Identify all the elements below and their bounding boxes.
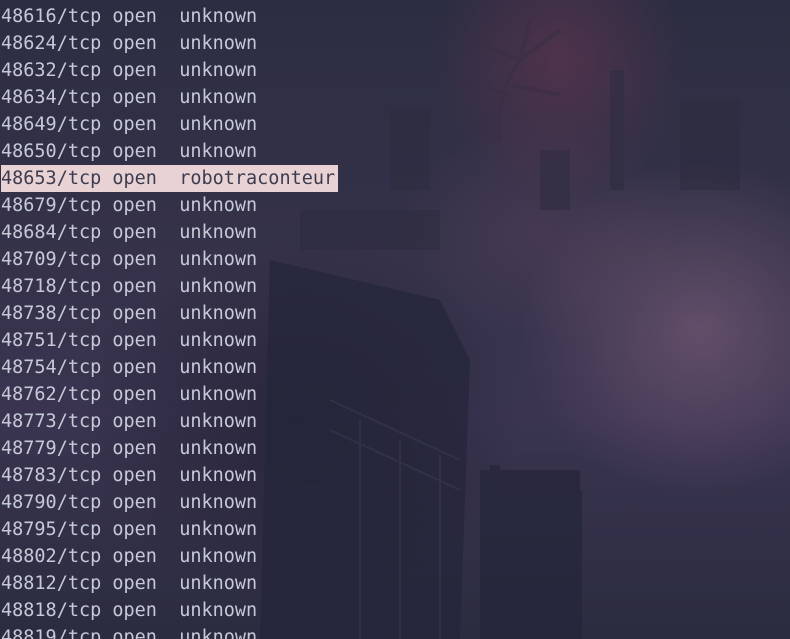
terminal-line-text: 48818/tcp open unknown: [1, 600, 258, 621]
terminal-line[interactable]: 48802/tcp open unknown: [0, 543, 790, 570]
terminal-line[interactable]: 48819/tcp open unknown: [0, 624, 790, 639]
terminal-line[interactable]: 48818/tcp open unknown: [0, 597, 790, 624]
terminal-line-text: 48812/tcp open unknown: [1, 573, 258, 594]
terminal-line[interactable]: 48738/tcp open unknown: [0, 300, 790, 327]
terminal-line-text: 48738/tcp open unknown: [1, 303, 258, 324]
terminal-line-text: 48634/tcp open unknown: [1, 87, 258, 108]
terminal-line-text: 48679/tcp open unknown: [1, 195, 258, 216]
terminal-line-text: 48783/tcp open unknown: [1, 465, 258, 486]
terminal-line-text: 48819/tcp open unknown: [1, 627, 258, 639]
terminal-line[interactable]: 48649/tcp open unknown: [0, 111, 790, 138]
terminal-line-text: 48795/tcp open unknown: [1, 519, 258, 540]
terminal-line[interactable]: 48616/tcp open unknown: [0, 3, 790, 30]
terminal-line-text: 48754/tcp open unknown: [1, 357, 258, 378]
terminal-line[interactable]: 48634/tcp open unknown: [0, 84, 790, 111]
terminal-line-text: 48684/tcp open unknown: [1, 222, 258, 243]
terminal-line[interactable]: 48779/tcp open unknown: [0, 435, 790, 462]
terminal-line-text: 48718/tcp open unknown: [1, 276, 258, 297]
terminal-line-selected[interactable]: 48653/tcp open robotraconteur: [0, 165, 790, 192]
terminal-line[interactable]: 48762/tcp open unknown: [0, 381, 790, 408]
terminal-line-text: 48616/tcp open unknown: [1, 6, 258, 27]
terminal-line-text: 48773/tcp open unknown: [1, 411, 258, 432]
terminal-line[interactable]: 48718/tcp open unknown: [0, 273, 790, 300]
terminal-line[interactable]: 48632/tcp open unknown: [0, 57, 790, 84]
terminal-line[interactable]: 48812/tcp open unknown: [0, 570, 790, 597]
terminal-line[interactable]: 48795/tcp open unknown: [0, 516, 790, 543]
terminal-line[interactable]: 48684/tcp open unknown: [0, 219, 790, 246]
terminal-line[interactable]: 48790/tcp open unknown: [0, 489, 790, 516]
terminal-line[interactable]: 48754/tcp open unknown: [0, 354, 790, 381]
terminal-line-text: 48649/tcp open unknown: [1, 114, 258, 135]
terminal-line[interactable]: 48624/tcp open unknown: [0, 30, 790, 57]
terminal-line-text: 48751/tcp open unknown: [1, 330, 258, 351]
terminal-line-text: 48779/tcp open unknown: [1, 438, 258, 459]
terminal-line[interactable]: 48783/tcp open unknown: [0, 462, 790, 489]
terminal-line-text: 48624/tcp open unknown: [1, 33, 258, 54]
terminal-line[interactable]: 48679/tcp open unknown: [0, 192, 790, 219]
terminal-line[interactable]: 48773/tcp open unknown: [0, 408, 790, 435]
terminal-line[interactable]: 48650/tcp open unknown: [0, 138, 790, 165]
terminal-output[interactable]: 48616/tcp open unknown 48624/tcp open unk…: [0, 3, 790, 639]
terminal-line-text: 48802/tcp open unknown: [1, 546, 258, 567]
terminal-line-text: 48653/tcp open robotraconteur: [1, 165, 339, 192]
terminal-line-text: 48709/tcp open unknown: [1, 249, 258, 270]
terminal-line-text: 48790/tcp open unknown: [1, 492, 258, 513]
terminal-line-text: 48762/tcp open unknown: [1, 384, 258, 405]
terminal-line[interactable]: 48751/tcp open unknown: [0, 327, 790, 354]
terminal-line-text: 48650/tcp open unknown: [1, 141, 258, 162]
terminal-line-text: 48632/tcp open unknown: [1, 60, 258, 81]
terminal-line[interactable]: 48709/tcp open unknown: [0, 246, 790, 273]
